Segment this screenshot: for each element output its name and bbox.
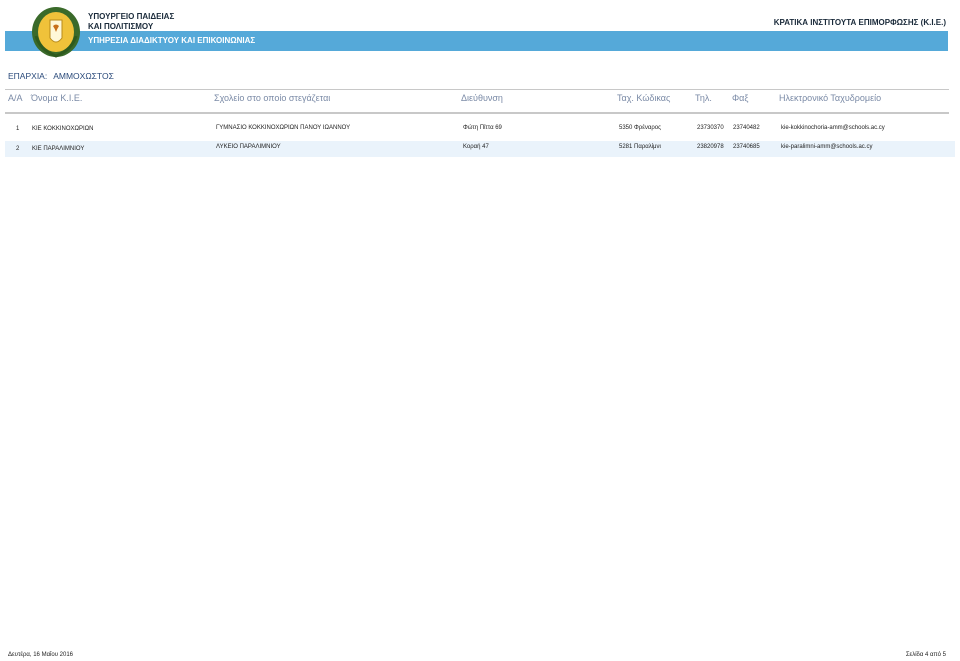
row-postcode: 5350 Φρέναρος — [619, 125, 661, 131]
row-aa: 2 — [16, 146, 20, 152]
column-header-school: Σχολείο στο οποίο στεγάζεται — [214, 93, 331, 103]
column-header-phone: Τηλ. — [695, 93, 712, 103]
table-row: 2 ΚΙΕ ΠΑΡΑΛΙΜΝΙΟΥ ΛΥΚΕΙΟ ΠΑΡΑΛΙΜΝΙΟΥ Κορ… — [5, 141, 955, 157]
row-aa: 1 — [16, 126, 20, 132]
row-school: ΛΥΚΕΙΟ ΠΑΡΑΛΙΜΝΙΟΥ — [216, 144, 281, 150]
cyprus-coat-of-arms-icon — [32, 7, 80, 58]
column-header-fax: Φαξ — [732, 93, 749, 103]
row-name: ΚΙΕ ΚΟΚΚΙΝΟΧΩΡΙΩΝ — [32, 126, 94, 132]
row-email[interactable]: kie-kokkinochoria-amm@schools.ac.cy — [781, 125, 885, 131]
column-header-aa: Α/Α — [8, 93, 23, 103]
row-phone: 23820978 — [697, 144, 724, 150]
row-name: ΚΙΕ ΠΑΡΑΛΙΜΝΙΟΥ — [32, 146, 85, 152]
footer-date: Δευτέρα, 16 Μαΐου 2016 — [8, 652, 73, 658]
table-row: 1 ΚΙΕ ΚΟΚΚΙΝΟΧΩΡΙΩΝ ΓΥΜΝΑΣΙΟ ΚΟΚΚΙΝΟΧΩΡΙ… — [5, 121, 955, 137]
row-address: Φώτη Πίττα 69 — [463, 125, 502, 131]
row-address: Κοραή 47 — [463, 144, 489, 150]
row-fax: 23740685 — [733, 144, 760, 150]
row-school: ΓΥΜΝΑΣΙΟ ΚΟΚΚΙΝΟΧΩΡΙΩΝ ΠΑΝΟΥ ΙΩΑΝΝΟΥ — [216, 125, 351, 131]
ministry-name: ΥΠΟΥΡΓΕΙΟ ΠΑΙΔΕΙΑΣ ΚΑΙ ΠΟΛΙΤΙΣΜΟΥ — [88, 12, 174, 32]
ministry-line-2: ΚΑΙ ΠΟΛΙΤΙΣΜΟΥ — [88, 22, 154, 31]
column-header-postcode: Ταχ. Κώδικας — [617, 93, 671, 103]
row-fax: 23740482 — [733, 125, 760, 131]
column-header-email: Ηλεκτρονικό Ταχυδρομείο — [779, 93, 882, 103]
institutes-title: ΚΡΑΤΙΚΑ ΙΝΣΤΙΤΟΥΤΑ ΕΠΙΜΟΡΦΩΣΗΣ (Κ.Ι.Ε.) — [773, 18, 946, 27]
row-phone: 23730370 — [697, 125, 724, 131]
district-value: ΑΜΜΟΧΩΣΤΟΣ — [53, 71, 114, 81]
district-label: ΕΠΑΡΧΙΑ: — [8, 71, 48, 81]
table-header: Α/Α Όνομα Κ.Ι.Ε. Σχολείο στο οποίο στεγά… — [5, 89, 949, 114]
column-header-address: Διεύθυνση — [461, 93, 503, 103]
district-line: ΕΠΑΡΧΙΑ: ΑΜΜΟΧΩΣΤΟΣ — [8, 71, 114, 81]
page-header: ΥΠΟΥΡΓΕΙΟ ΠΑΙΔΕΙΑΣ ΚΑΙ ΠΟΛΙΤΙΣΜΟΥ ΥΠΗΡΕΣ… — [0, 0, 960, 62]
service-name: ΥΠΗΡΕΣΙΑ ΔΙΑΔΙΚΤΥΟΥ ΚΑΙ ΕΠΙΚΟΙΝΩΝΙΑΣ — [88, 36, 256, 45]
row-email[interactable]: kie-paralimni-amm@schools.ac.cy — [781, 144, 872, 150]
row-postcode: 5281 Παραλίμνι — [619, 144, 661, 150]
column-header-name: Όνομα Κ.Ι.Ε. — [31, 93, 83, 103]
ministry-line-1: ΥΠΟΥΡΓΕΙΟ ΠΑΙΔΕΙΑΣ — [88, 12, 175, 21]
footer-page-number: Σελίδα 4 από 5 — [905, 652, 946, 658]
